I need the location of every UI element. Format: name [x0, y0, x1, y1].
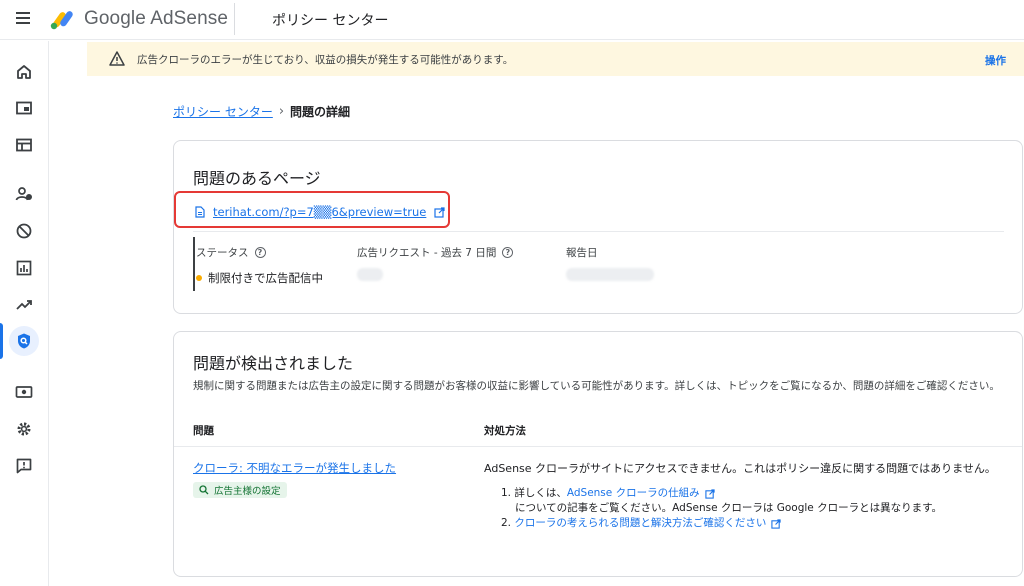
nav-privacy[interactable] — [0, 180, 48, 208]
chevron-right-icon: › — [278, 104, 285, 119]
sites-icon — [16, 138, 32, 152]
nav-home[interactable] — [0, 58, 48, 86]
table-header-divider — [174, 446, 1022, 447]
redacted-report-date — [566, 268, 654, 281]
step-1-prefix: 1. 詳しくは、 — [501, 487, 567, 499]
card-divider — [193, 231, 1004, 232]
breadcrumb-current: 問題の詳細 — [290, 105, 351, 119]
column-header-issue: 問題 — [193, 425, 214, 437]
menu-icon[interactable] — [16, 12, 30, 24]
help-icon[interactable]: ? — [254, 247, 266, 258]
nav-settings[interactable] — [0, 415, 48, 443]
nav-sites[interactable] — [0, 131, 48, 159]
issues-card: 問題が検出されました 規制に関する問題または広告主の設定に関する問題がお客様の収… — [173, 331, 1023, 577]
page-url-link[interactable]: terihat.com/?p=7▒▒6&preview=true — [195, 205, 445, 219]
ads-icon — [16, 101, 32, 115]
resolution-steps: 1. 詳しくは、 AdSense クローラの仕組み についての記事をご覧ください… — [501, 486, 942, 531]
warning-icon — [109, 51, 125, 66]
requests-label-text: 広告リクエスト - 過去 7 日間 — [357, 247, 497, 259]
blocking-icon — [16, 223, 32, 239]
breadcrumb-policy-center[interactable]: ポリシー センター — [173, 103, 273, 120]
status-label: ステータス ? — [196, 245, 266, 260]
breadcrumb: ポリシー センター › 問題の詳細 — [173, 103, 350, 120]
column-header-action: 対処方法 — [484, 425, 526, 437]
open-in-new-icon[interactable] — [771, 518, 782, 529]
open-in-new-icon[interactable] — [434, 206, 445, 218]
privacy-icon — [15, 187, 32, 201]
issues-description: 規制に関する問題または広告主の設定に関する問題がお客様の収益に影響している可能性… — [193, 380, 1000, 392]
settings-icon — [17, 422, 31, 436]
feedback-icon — [16, 458, 32, 474]
banner-action-button[interactable]: 操作 — [985, 53, 1006, 68]
brand-divider — [234, 3, 235, 35]
nav-reports[interactable] — [0, 254, 48, 282]
payments-icon — [15, 386, 33, 398]
issue-category-chip: 広告主様の設定 — [193, 482, 287, 498]
issues-title: 問題が検出されました — [193, 354, 354, 373]
warning-banner: 広告クローラのエラーが生じており、収益の損失が発生する可能性があります。 操作 — [87, 42, 1024, 76]
nav-blocking[interactable] — [0, 217, 48, 245]
crawler-issues-link[interactable]: クローラの考えられる問題と解決方法ご確認ください — [514, 516, 766, 531]
status-value-text: 制限付きで広告配信中 — [208, 271, 323, 285]
redacted-requests-value — [357, 268, 383, 281]
nav-policy-center-highlight — [9, 326, 39, 356]
home-icon — [17, 65, 31, 79]
requests-label: 広告リクエスト - 過去 7 日間 ? — [357, 245, 514, 260]
nav-policy-center[interactable] — [0, 323, 48, 359]
problem-page-card: 問題のあるページ terihat.com/?p=7▒▒6&preview=tru… — [173, 140, 1023, 314]
open-in-new-icon[interactable] — [704, 488, 715, 499]
crawler-search-icon — [199, 485, 209, 495]
nav-optimization[interactable] — [0, 291, 48, 319]
status-accent-bar — [193, 237, 195, 291]
page-url-text[interactable]: terihat.com/?p=7▒▒6&preview=true — [213, 205, 426, 219]
document-icon — [195, 206, 205, 218]
step-2-prefix: 2. — [501, 517, 512, 529]
step-1-suffix: についての記事をご覧ください。AdSense クローラは Google クローラ… — [515, 502, 943, 514]
adsense-logo-icon[interactable] — [50, 6, 76, 30]
nav-payments[interactable] — [0, 378, 48, 406]
resolution-text: AdSense クローラがサイトにアクセスできません。これはポリシー違反に関する… — [484, 462, 996, 475]
status-dot — [196, 275, 202, 281]
page-section-title: ポリシー センター — [272, 13, 389, 29]
help-icon[interactable]: ? — [502, 247, 514, 258]
status-label-text: ステータス — [196, 247, 249, 259]
step-2: 2. クローラの考えられる問題と解決方法ご確認ください — [501, 516, 942, 531]
reports-icon — [16, 260, 32, 276]
top-app-bar: Google AdSense ポリシー センター — [0, 0, 1024, 40]
report-date-label: 報告日 — [566, 245, 598, 260]
problem-page-title: 問題のあるページ — [193, 169, 321, 188]
brand-name[interactable]: Google AdSense — [84, 8, 228, 30]
nav-ads[interactable] — [0, 94, 48, 122]
nav-feedback[interactable] — [0, 452, 48, 480]
left-nav-rail — [0, 41, 49, 586]
issue-link[interactable]: クローラ: 不明なエラーが発生しました — [193, 460, 396, 476]
optimization-icon — [16, 300, 32, 310]
policy-center-icon — [18, 333, 30, 349]
banner-message: 広告クローラのエラーが生じており、収益の損失が発生する可能性があります。 — [137, 54, 514, 66]
crawler-help-link[interactable]: AdSense クローラの仕組み — [567, 486, 700, 501]
report-date-label-text: 報告日 — [566, 247, 598, 259]
issue-chip-text: 広告主様の設定 — [214, 486, 281, 497]
status-value: 制限付きで広告配信中 — [196, 270, 323, 286]
step-1: 1. 詳しくは、 AdSense クローラの仕組み — [501, 486, 942, 501]
